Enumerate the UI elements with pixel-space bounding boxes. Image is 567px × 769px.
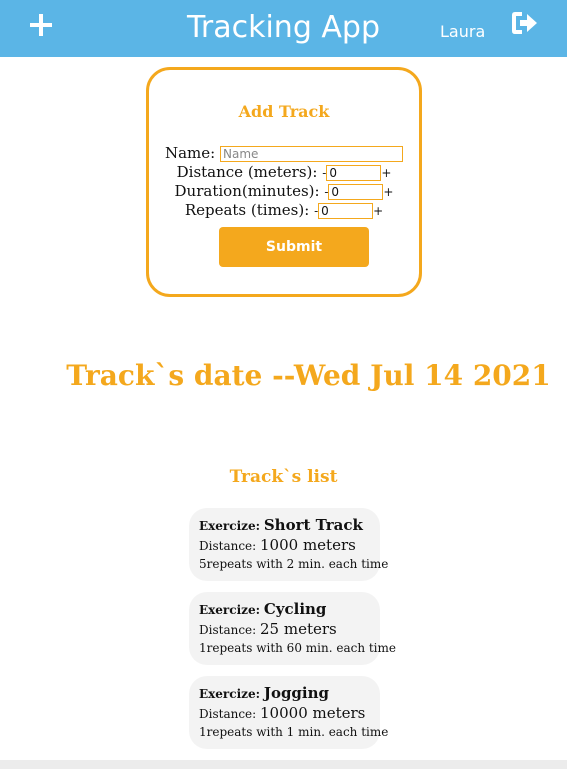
distance-key: Distance: [199, 623, 257, 637]
exercise-key: Exercize: [199, 603, 261, 617]
track-summary: 1repeats with 60 min. each time [199, 641, 396, 655]
distance-value: 25 meters [260, 620, 337, 638]
track-summary: 1repeats with 1 min. each time [199, 725, 389, 739]
submit-button[interactable]: Submit [219, 227, 369, 267]
exercise-name: Jogging [263, 684, 330, 702]
app-header: Tracking App Laura [0, 0, 567, 57]
track-card[interactable]: Exercize: Short Track Distance: 1000 met… [189, 508, 389, 581]
distance-label: Distance (meters): [176, 163, 318, 181]
distance-value: 10000 meters [260, 704, 366, 722]
sign-out-icon[interactable] [510, 10, 540, 36]
track-card[interactable]: Exercize: Cycling Distance: 25 meters 1r… [189, 592, 396, 665]
bottom-bar [0, 760, 567, 769]
duration-label: Duration(minutes): [174, 182, 320, 200]
duration-input[interactable] [328, 184, 384, 200]
repeats-increment-button[interactable]: + [373, 204, 383, 218]
add-track-form: Add Track Name: Distance (meters): -+ Du… [146, 67, 422, 297]
form-title: Add Track [238, 102, 330, 121]
track-list-title: Track`s list [229, 467, 338, 487]
distance-key: Distance: [199, 539, 257, 553]
distance-increment-button[interactable]: + [381, 166, 391, 180]
track-summary: 5repeats with 2 min. each time [199, 557, 389, 571]
repeats-input[interactable] [318, 203, 374, 219]
exercise-key: Exercize: [199, 519, 261, 533]
name-row: Name: [149, 143, 419, 163]
repeats-row: Repeats (times): -+ [149, 200, 419, 221]
distance-key: Distance: [199, 707, 257, 721]
distance-input[interactable] [326, 165, 382, 181]
exercise-key: Exercize: [199, 687, 261, 701]
duration-row: Duration(minutes): -+ [149, 181, 419, 202]
distance-row: Distance (meters): -+ [149, 162, 419, 183]
distance-value: 1000 meters [260, 536, 356, 554]
exercise-name: Short Track [263, 516, 363, 534]
exercise-name: Cycling [263, 600, 327, 618]
name-input[interactable] [220, 146, 403, 162]
track-date-heading: Track`s date --Wed Jul 14 2021 [66, 359, 551, 392]
name-label: Name: [164, 144, 216, 162]
track-card[interactable]: Exercize: Jogging Distance: 10000 meters… [189, 676, 389, 749]
duration-increment-button[interactable]: + [383, 185, 393, 199]
repeats-label: Repeats (times): [184, 201, 310, 219]
user-name[interactable]: Laura [440, 22, 485, 42]
